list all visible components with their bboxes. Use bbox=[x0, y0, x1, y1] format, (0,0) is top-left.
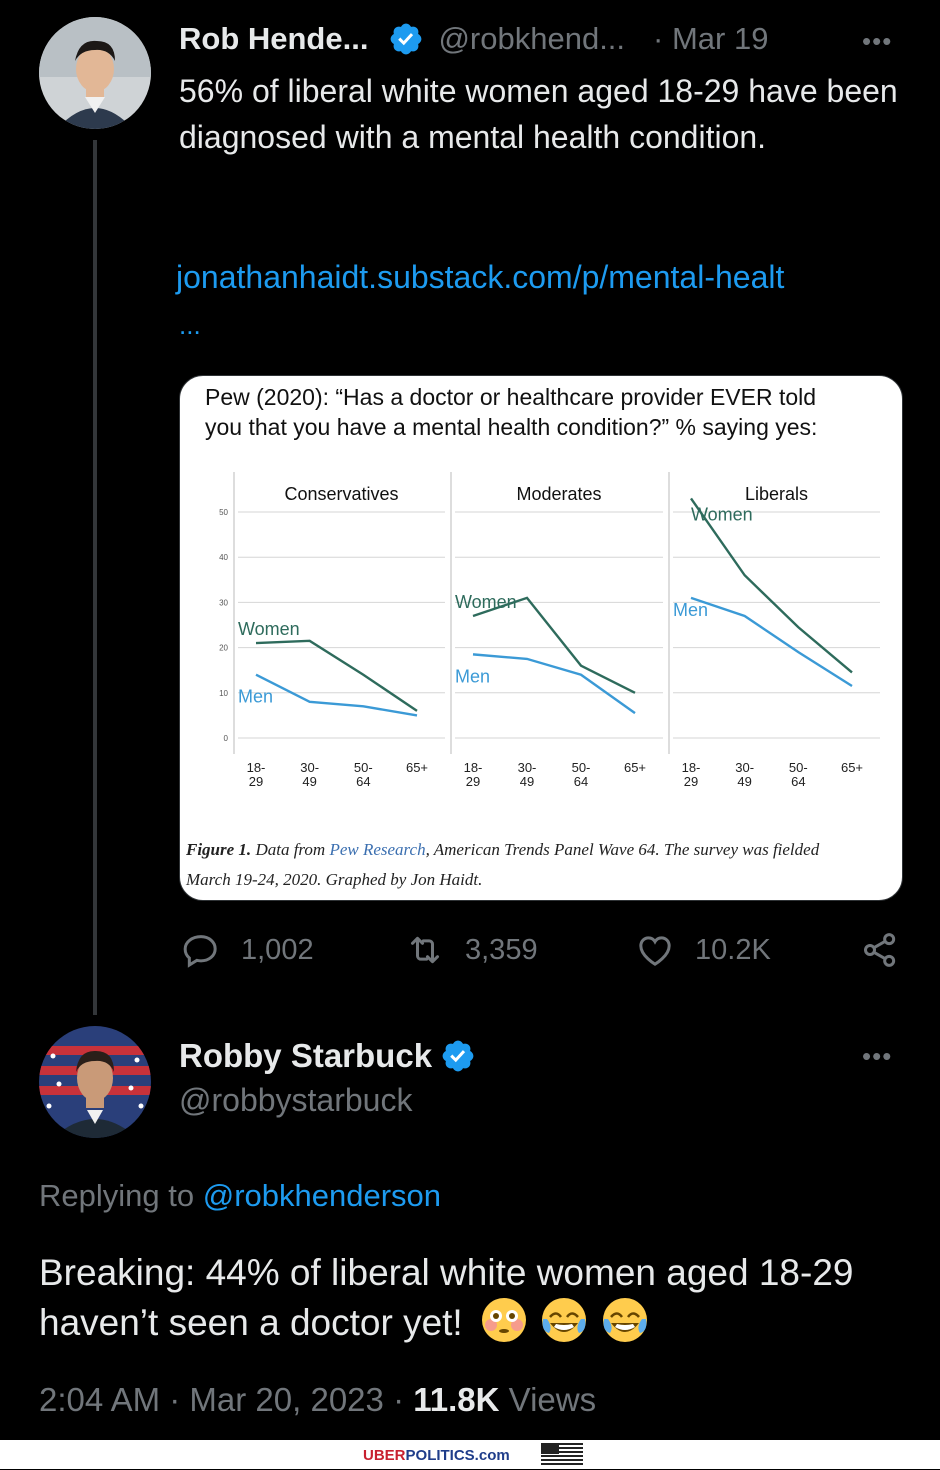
figure-caption-line-1: Figure 1. Data from Pew Research, Americ… bbox=[186, 840, 819, 860]
series-line-women bbox=[256, 641, 417, 711]
line-chart: 50403020100Conservatives18-2930-4950-646… bbox=[180, 454, 902, 894]
x-tick-label: 29 bbox=[466, 774, 480, 789]
x-tick-label: 49 bbox=[520, 774, 534, 789]
y-tick-label: 10 bbox=[219, 689, 228, 698]
x-tick-label: 49 bbox=[302, 774, 316, 789]
y-tick-label: 50 bbox=[219, 508, 228, 517]
series-label-women: Women bbox=[691, 504, 753, 524]
retweet-button[interactable]: 3,359 bbox=[405, 930, 538, 970]
face-with-tears-of-joy-icon bbox=[541, 1297, 587, 1343]
reply-button[interactable]: 1,002 bbox=[181, 930, 314, 970]
reply-date[interactable]: Mar 20, 2023 bbox=[189, 1381, 383, 1418]
us-flag-icon bbox=[541, 1443, 583, 1470]
figure-caption-line-2: March 19-24, 2020. Graphed by Jon Haidt. bbox=[186, 870, 482, 890]
more-options-icon[interactable]: ••• bbox=[862, 26, 892, 57]
tweet-link[interactable]: jonathanhaidt.substack.com/p/mental-heal… bbox=[176, 254, 896, 300]
x-tick-label: 50- bbox=[572, 760, 591, 775]
reply-text-block: Breaking: 44% of liberal white women age… bbox=[39, 1248, 909, 1347]
verified-badge-icon bbox=[440, 1038, 476, 1074]
x-tick-label: 29 bbox=[684, 774, 698, 789]
caption-text-2: , American Trends Panel Wave 64. The sur… bbox=[426, 840, 820, 859]
reply-text: Breaking: 44% of liberal white women age… bbox=[39, 1252, 854, 1343]
x-tick-label: 29 bbox=[249, 774, 263, 789]
figure-title-line-2: you that you have a mental health condit… bbox=[205, 414, 817, 441]
verified-badge-icon bbox=[388, 21, 424, 57]
figure-title-line-1: Pew (2020): “Has a doctor or healthcare … bbox=[205, 384, 816, 411]
x-tick-label: 50- bbox=[789, 760, 808, 775]
x-tick-label: 18- bbox=[682, 760, 701, 775]
y-tick-label: 20 bbox=[219, 644, 228, 653]
tweet-date[interactable]: · Mar 19 bbox=[653, 21, 768, 57]
reply-time[interactable]: 2:04 AM bbox=[39, 1381, 160, 1418]
tweet-header: Rob Hende... @robkhend... · Mar 19 bbox=[179, 17, 909, 61]
share-button[interactable] bbox=[860, 930, 900, 970]
watermark-bar: UBERPOLITICS.com bbox=[0, 1440, 940, 1469]
thread-connector-line bbox=[93, 140, 97, 1015]
views-count: 11.8K bbox=[413, 1381, 499, 1418]
heart-icon bbox=[635, 930, 675, 970]
reply-author-name[interactable]: Robby Starbuck bbox=[179, 1037, 432, 1075]
like-button[interactable]: 10.2K bbox=[635, 930, 771, 970]
reply-author-row: Robby Starbuck bbox=[179, 1034, 476, 1078]
x-tick-label: 65+ bbox=[624, 760, 646, 775]
author-name[interactable]: Rob Hende... bbox=[179, 21, 368, 57]
caption-source-link[interactable]: Pew Research bbox=[329, 840, 425, 859]
panel-title: Conservatives bbox=[284, 484, 398, 504]
series-label-women: Women bbox=[238, 619, 300, 639]
replying-to-handle[interactable]: @robkhenderson bbox=[203, 1178, 441, 1213]
flushed-face-icon bbox=[481, 1297, 527, 1343]
reply-icon bbox=[181, 930, 221, 970]
x-tick-label: 18- bbox=[247, 760, 266, 775]
x-tick-label: 30- bbox=[735, 760, 754, 775]
tweet-text: 56% of liberal white women aged 18-29 ha… bbox=[179, 68, 899, 160]
panel-title: Liberals bbox=[745, 484, 808, 504]
reply-meta: 2:04 AM · Mar 20, 2023 · 11.8K Views bbox=[39, 1381, 596, 1419]
x-tick-label: 64 bbox=[574, 774, 588, 789]
series-label-men: Men bbox=[673, 600, 708, 620]
x-tick-label: 30- bbox=[518, 760, 537, 775]
reply-count: 1,002 bbox=[241, 934, 314, 967]
panel-title: Moderates bbox=[516, 484, 601, 504]
y-tick-label: 30 bbox=[219, 598, 228, 607]
views-label: Views bbox=[509, 1381, 596, 1418]
media-figure-card[interactable]: Pew (2020): “Has a doctor or healthcare … bbox=[179, 375, 903, 901]
x-tick-label: 65+ bbox=[841, 760, 863, 775]
retweet-icon bbox=[405, 930, 445, 970]
x-tick-label: 64 bbox=[356, 774, 370, 789]
replying-to: Replying to @robkhenderson bbox=[39, 1178, 441, 1214]
reply-author-handle[interactable]: @robbystarbuck bbox=[179, 1082, 412, 1119]
retweet-count: 3,359 bbox=[465, 934, 538, 967]
series-line-women bbox=[691, 498, 852, 672]
share-icon bbox=[860, 930, 900, 970]
series-label-men: Men bbox=[455, 666, 490, 686]
face-with-tears-of-joy-icon bbox=[602, 1297, 648, 1343]
like-count: 10.2K bbox=[695, 934, 771, 967]
x-tick-label: 18- bbox=[464, 760, 483, 775]
avatar-robby-starbuck[interactable] bbox=[39, 1026, 151, 1138]
y-tick-label: 40 bbox=[219, 553, 228, 562]
x-tick-label: 49 bbox=[737, 774, 751, 789]
series-label-women: Women bbox=[455, 592, 517, 612]
x-tick-label: 65+ bbox=[406, 760, 428, 775]
replying-to-prefix: Replying to bbox=[39, 1178, 203, 1213]
meta-separator: · bbox=[169, 1381, 180, 1418]
watermark-brand: UBERPOLITICS.com bbox=[363, 1447, 510, 1464]
series-line-women bbox=[473, 598, 635, 693]
x-tick-label: 64 bbox=[791, 774, 805, 789]
tweet-link-ellipsis[interactable]: ... bbox=[179, 310, 201, 341]
series-line-men bbox=[691, 598, 852, 686]
meta-separator: · bbox=[393, 1381, 404, 1418]
caption-figure-label: Figure 1. bbox=[186, 840, 251, 859]
x-tick-label: 50- bbox=[354, 760, 373, 775]
series-label-men: Men bbox=[238, 687, 273, 707]
caption-text-1: Data from bbox=[255, 840, 329, 859]
reply-more-options-icon[interactable]: ••• bbox=[862, 1041, 892, 1072]
watermark-brand-part2: POLITICS.com bbox=[406, 1447, 510, 1464]
series-line-men bbox=[473, 654, 635, 713]
author-handle[interactable]: @robkhend... bbox=[438, 21, 625, 57]
watermark-brand-part1: UBER bbox=[363, 1447, 406, 1464]
y-tick-label: 0 bbox=[224, 734, 229, 743]
x-tick-label: 30- bbox=[300, 760, 319, 775]
avatar-rob-henderson[interactable] bbox=[39, 17, 151, 129]
